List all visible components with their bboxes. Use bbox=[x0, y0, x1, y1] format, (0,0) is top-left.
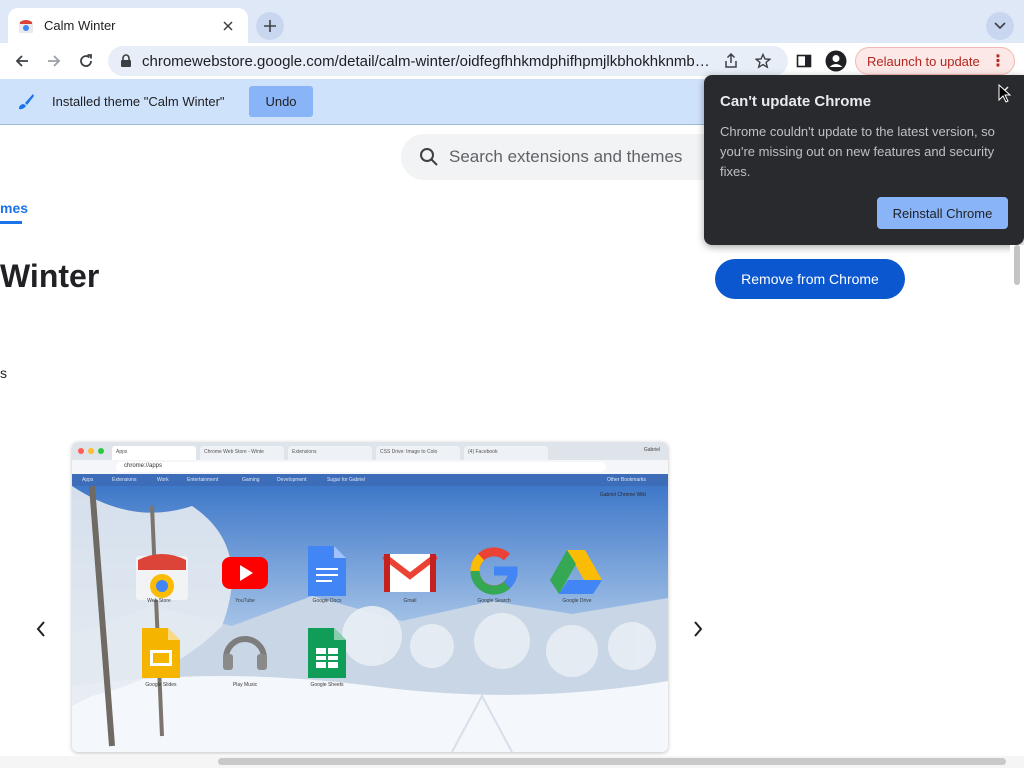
url-text: chromewebstore.google.com/detail/calm-wi… bbox=[142, 52, 710, 70]
plus-icon bbox=[264, 20, 276, 32]
forward-button[interactable] bbox=[40, 47, 68, 75]
preview-close-dot bbox=[78, 448, 84, 454]
chevron-right-icon bbox=[694, 621, 703, 637]
google-drive-app-icon bbox=[550, 550, 602, 594]
preview-app-label: Web Store bbox=[147, 598, 171, 604]
preview-tab-strip: Apps Chrome Web Store - Winte Extensions… bbox=[72, 442, 668, 460]
lock-icon bbox=[121, 54, 131, 67]
preview-bookmark: Development bbox=[277, 477, 307, 483]
preview-bookmark: Work bbox=[157, 477, 169, 483]
preview-bookmark: Gaming bbox=[242, 477, 260, 483]
preview-bookmark: Apps bbox=[82, 477, 94, 483]
side-panel-icon bbox=[796, 54, 812, 68]
profile-button[interactable] bbox=[822, 47, 850, 75]
share-icon[interactable] bbox=[722, 52, 740, 70]
preview-app-label: Google Docs bbox=[312, 598, 342, 604]
tab-search-button[interactable] bbox=[986, 12, 1014, 40]
preview-tab: Chrome Web Store - Winte bbox=[200, 446, 284, 460]
back-button[interactable] bbox=[8, 47, 36, 75]
search-placeholder: Search extensions and themes bbox=[449, 147, 683, 166]
dialog-body: Chrome couldn't update to the latest ver… bbox=[720, 124, 995, 179]
chevron-left-icon bbox=[36, 621, 45, 637]
tab-calm-winter[interactable]: Calm Winter bbox=[8, 8, 248, 43]
new-tab-button[interactable] bbox=[256, 12, 284, 40]
google-search-app-icon bbox=[470, 547, 518, 595]
profile-avatar-icon bbox=[825, 50, 847, 72]
bookmark-star-icon[interactable] bbox=[754, 52, 772, 70]
close-icon[interactable] bbox=[218, 16, 238, 36]
google-docs-app-icon bbox=[308, 546, 346, 596]
horizontal-scrollbar-thumb[interactable] bbox=[218, 758, 1006, 765]
preview-max-dot bbox=[98, 448, 104, 454]
preview-tab: (4) Facebook bbox=[464, 446, 548, 460]
preview-bookmarks-bar: Apps Extensions Work Entertainment Gamin… bbox=[72, 474, 668, 486]
web-store-app-icon bbox=[136, 554, 188, 600]
preview-url: chrome://apps bbox=[116, 462, 606, 472]
play-music-app-icon bbox=[223, 636, 267, 670]
carousel-prev-button[interactable] bbox=[30, 618, 52, 640]
gmail-app-icon bbox=[382, 553, 438, 592]
cant-update-chrome-dialog: Can't update Chrome Chrome couldn't upda… bbox=[704, 75, 1024, 245]
relaunch-label: Relaunch to update bbox=[867, 53, 980, 69]
relaunch-to-update-button[interactable]: Relaunch to update ⋮ bbox=[855, 47, 1015, 75]
google-slides-app-icon bbox=[142, 628, 180, 678]
preview-bookmark: Extensions bbox=[112, 477, 137, 483]
search-icon bbox=[420, 148, 438, 166]
preview-app-label: Google Slides bbox=[145, 682, 177, 688]
vertical-scrollbar-thumb[interactable] bbox=[1014, 245, 1020, 285]
side-panel-button[interactable] bbox=[790, 47, 818, 75]
back-arrow-icon bbox=[15, 55, 28, 67]
preview-profile-name: Gabriel Chrome Wiki bbox=[599, 492, 646, 498]
theme-preview-screenshot: Apps Chrome Web Store - Winte Extensions… bbox=[72, 442, 668, 752]
chrome-web-store-icon bbox=[18, 18, 34, 34]
toolbar: chromewebstore.google.com/detail/calm-wi… bbox=[0, 43, 1024, 79]
preview-app-label: Gmail bbox=[403, 598, 417, 604]
chevron-down-icon bbox=[994, 22, 1006, 30]
preview-bookmark: Sugar for Gabriel bbox=[327, 477, 366, 483]
youtube-app-icon bbox=[222, 557, 268, 589]
preview-tab: CSS Drive: Image to Colo bbox=[376, 446, 460, 460]
preview-app-label: Google Drive bbox=[562, 598, 592, 604]
preview-winter-background: Gabriel Chrome Wiki Web Store YouTube Go… bbox=[72, 486, 668, 752]
nav-link-themes[interactable]: mes bbox=[0, 200, 28, 216]
preview-toolbar: chrome://apps bbox=[72, 460, 668, 474]
preview-min-dot bbox=[88, 448, 94, 454]
reload-button[interactable] bbox=[72, 47, 100, 75]
undo-button[interactable]: Undo bbox=[249, 86, 313, 117]
more-vert-icon[interactable]: ⋮ bbox=[990, 51, 1006, 71]
nav-link-active-indicator bbox=[0, 221, 22, 224]
reload-icon bbox=[80, 54, 92, 67]
search-input[interactable]: Search extensions and themes bbox=[401, 134, 731, 180]
preview-bookmark: Other Bookmarks bbox=[607, 477, 646, 483]
preview-bookmark: Entertainment bbox=[187, 477, 219, 483]
carousel-next-button[interactable] bbox=[687, 618, 709, 640]
preview-app-label: YouTube bbox=[235, 598, 255, 604]
vertical-scrollbar[interactable] bbox=[1010, 245, 1024, 760]
tab-strip: Calm Winter bbox=[0, 0, 1024, 43]
paint-brush-icon bbox=[16, 92, 36, 117]
preview-app-label: Google Sheets bbox=[310, 682, 344, 688]
preview-app-label: Play Music bbox=[232, 682, 258, 688]
preview-user: Gabriel bbox=[643, 447, 660, 453]
page-title: Winter bbox=[0, 258, 100, 294]
dialog-title: Can't update Chrome bbox=[720, 93, 872, 110]
infobar-message: Installed theme "Calm Winter" bbox=[52, 94, 225, 109]
mouse-cursor-icon bbox=[998, 84, 1012, 103]
reinstall-chrome-button[interactable]: Reinstall Chrome bbox=[877, 197, 1008, 229]
google-sheets-app-icon bbox=[308, 628, 346, 678]
remove-from-chrome-button[interactable]: Remove from Chrome bbox=[715, 259, 905, 299]
preview-tab: Apps bbox=[112, 446, 196, 460]
partial-text: s bbox=[0, 365, 7, 381]
address-bar[interactable]: chromewebstore.google.com/detail/calm-wi… bbox=[108, 46, 788, 76]
preview-app-label: Google Search bbox=[477, 598, 511, 604]
preview-tab: Extensions bbox=[288, 446, 372, 460]
tab-title: Calm Winter bbox=[44, 18, 116, 33]
forward-arrow-icon bbox=[48, 55, 61, 67]
